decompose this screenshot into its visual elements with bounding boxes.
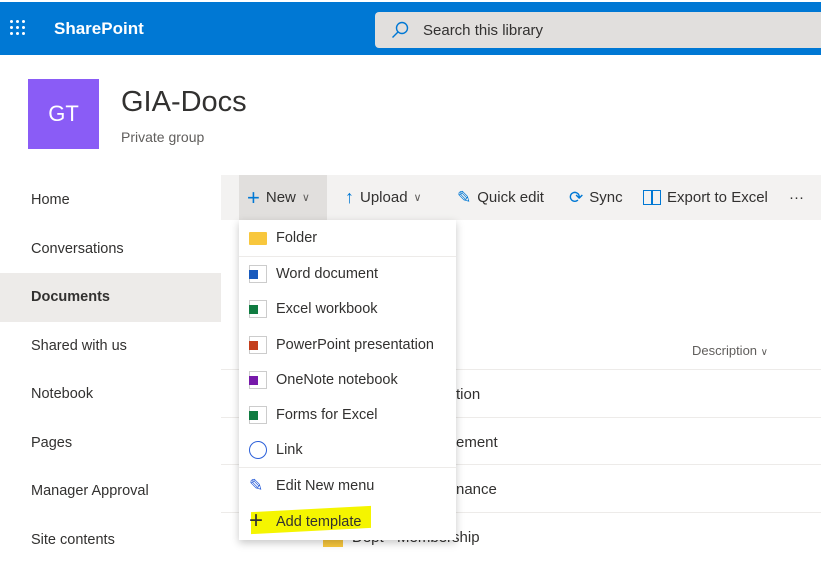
- nav-item-shared-with-us[interactable]: Shared with us: [0, 322, 221, 371]
- menu-label: Forms for Excel: [276, 407, 378, 423]
- quick-edit-button[interactable]: ✎ Quick edit: [457, 175, 544, 220]
- nav-item-documents[interactable]: Documents: [0, 273, 221, 322]
- menu-label: PowerPoint presentation: [276, 337, 434, 353]
- menu-label: Link: [276, 442, 303, 458]
- chevron-down-icon: ∨: [414, 191, 422, 204]
- search-icon: [391, 21, 409, 39]
- excel-icon: [249, 300, 267, 318]
- new-button[interactable]: + New ∨: [239, 175, 327, 220]
- menu-label: Folder: [276, 230, 317, 246]
- column-header-description[interactable]: Description ∨: [692, 343, 768, 358]
- menu-item-word[interactable]: Word document: [239, 257, 456, 291]
- menu-item-add-template[interactable]: + Add template: [239, 505, 456, 539]
- search-placeholder: Search this library: [423, 22, 543, 39]
- site-subtitle: Private group: [121, 129, 204, 145]
- menu-label: Word document: [276, 266, 378, 282]
- nav-item-manager-approval[interactable]: Manager Approval: [0, 467, 221, 516]
- sync-button[interactable]: ⟳ Sync: [569, 175, 623, 220]
- brand-link[interactable]: SharePoint: [54, 19, 144, 39]
- site-title[interactable]: GIA-Docs: [121, 86, 247, 119]
- menu-item-link[interactable]: Link: [239, 433, 456, 467]
- onenote-icon: [249, 371, 267, 389]
- menu-item-onenote[interactable]: OneNote notebook: [239, 363, 456, 397]
- menu-item-powerpoint[interactable]: PowerPoint presentation: [239, 328, 456, 362]
- excel-icon: [249, 406, 267, 424]
- top-bar: SharePoint Search this library: [0, 2, 821, 55]
- menu-label: OneNote notebook: [276, 372, 398, 388]
- quick-edit-label: Quick edit: [477, 189, 544, 206]
- word-icon: [249, 265, 267, 283]
- menu-item-folder[interactable]: Folder: [239, 221, 456, 255]
- row-name[interactable]: nance: [456, 481, 497, 498]
- chevron-down-icon: ∨: [761, 347, 768, 358]
- pencil-icon: ✎: [457, 188, 471, 208]
- sync-icon: ⟳: [569, 188, 583, 208]
- more-button[interactable]: ···: [789, 175, 804, 220]
- plus-icon: +: [249, 513, 267, 531]
- left-nav: Home Conversations Documents Shared with…: [0, 176, 221, 553]
- menu-item-forms-for-excel[interactable]: Forms for Excel: [239, 398, 456, 432]
- row-name[interactable]: ement: [456, 434, 498, 451]
- globe-icon: [249, 441, 267, 459]
- new-menu: Folder Word document Excel workbook Powe…: [239, 220, 456, 540]
- powerpoint-icon: [249, 336, 267, 354]
- upload-button[interactable]: ↑ Upload ∨: [345, 175, 422, 220]
- site-logo: GT: [28, 79, 99, 149]
- chevron-down-icon: ∨: [302, 191, 310, 204]
- excel-grid-icon: [643, 190, 661, 205]
- app-launcher-icon[interactable]: [10, 20, 26, 36]
- new-label: New: [266, 189, 296, 206]
- divider: [239, 467, 456, 468]
- export-to-excel-button[interactable]: Export to Excel: [643, 175, 768, 220]
- menu-item-excel[interactable]: Excel workbook: [239, 292, 456, 326]
- search-input[interactable]: Search this library: [375, 12, 821, 48]
- nav-item-site-contents[interactable]: Site contents: [0, 516, 221, 564]
- row-name[interactable]: tion: [456, 386, 480, 403]
- menu-item-edit-new-menu[interactable]: ✎ Edit New menu: [239, 469, 456, 503]
- nav-item-notebook[interactable]: Notebook: [0, 370, 221, 419]
- column-label: Description: [692, 343, 757, 358]
- nav-item-home[interactable]: Home: [0, 176, 221, 225]
- menu-label: Add template: [276, 514, 361, 530]
- sync-label: Sync: [589, 189, 622, 206]
- folder-icon: [249, 232, 267, 245]
- command-bar: + New ∨ ↑ Upload ∨ ✎ Quick edit ⟳ Sync E…: [221, 175, 821, 220]
- nav-item-conversations[interactable]: Conversations: [0, 225, 221, 274]
- plus-icon: +: [247, 185, 260, 211]
- menu-label: Excel workbook: [276, 301, 378, 317]
- export-label: Export to Excel: [667, 189, 768, 206]
- pencil-icon: ✎: [249, 477, 267, 495]
- more-icon: ···: [789, 189, 804, 206]
- upload-icon: ↑: [345, 187, 354, 208]
- menu-label: Edit New menu: [276, 478, 374, 494]
- nav-item-pages[interactable]: Pages: [0, 419, 221, 468]
- upload-label: Upload: [360, 189, 408, 206]
